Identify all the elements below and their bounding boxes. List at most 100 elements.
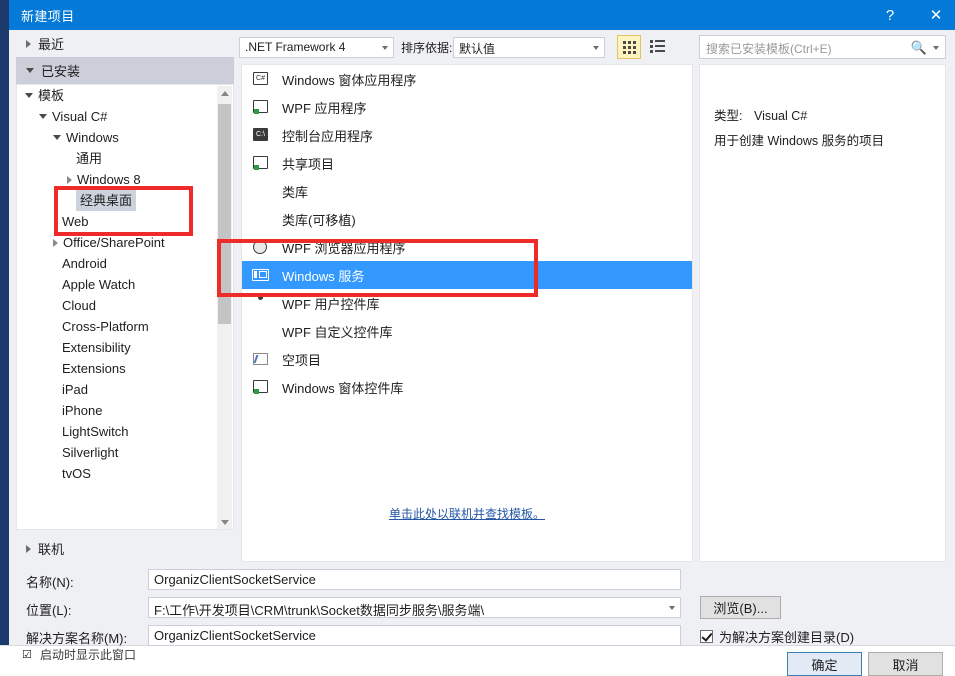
chevron-right-icon <box>26 40 31 48</box>
sidebar-item-label: Extensions <box>62 358 126 379</box>
search-box[interactable]: 搜索已安装模板(Ctrl+E) 🔍 <box>699 35 946 59</box>
framework-dropdown[interactable]: .NET Framework 4 <box>239 37 394 58</box>
template-item[interactable]: C:\控制台应用程序 <box>242 121 692 149</box>
empty-project-icon <box>252 350 270 368</box>
category-tree: 模板Visual C#Windows通用Windows 8经典桌面WebOffi… <box>16 84 234 530</box>
template-item[interactable]: WPF 浏览器应用程序 <box>242 233 692 261</box>
sidebar-item-windows-8[interactable]: Windows 8 <box>17 169 233 190</box>
chevron-down-icon[interactable] <box>53 135 61 140</box>
console-app-icon: C:\ <box>252 126 270 144</box>
sidebar-section-installed[interactable]: 已安装 <box>16 57 234 84</box>
sidebar-section-installed-label: 已安装 <box>41 61 80 80</box>
template-type-value: Visual C# <box>754 109 807 123</box>
sort-by-dropdown[interactable]: 默认值 <box>453 37 605 58</box>
windows-service-icon <box>252 266 270 284</box>
sidebar-item-extensibility[interactable]: Extensibility <box>17 337 233 358</box>
sidebar-item-windows[interactable]: Windows <box>17 127 233 148</box>
template-item[interactable]: WPF 用户控件库 <box>242 289 692 317</box>
template-type-row: 类型: Visual C# <box>714 105 807 124</box>
list-view-button[interactable] <box>645 35 669 59</box>
sidebar-item-label: iPhone <box>62 400 102 421</box>
sidebar-item-silverlight[interactable]: Silverlight <box>17 442 233 463</box>
background-checkbox-icon: ☑ <box>22 648 32 661</box>
chevron-down-icon <box>593 46 599 50</box>
scroll-down-button[interactable] <box>217 515 232 530</box>
sidebar-item-android[interactable]: Android <box>17 253 233 274</box>
sidebar-item-label: Windows <box>66 127 119 148</box>
wpf-browser-icon <box>252 238 270 256</box>
chevron-down-icon <box>26 68 34 73</box>
chevron-down-icon[interactable] <box>39 114 47 119</box>
template-item[interactable]: 类库 <box>242 177 692 205</box>
close-button[interactable]: ✕ <box>913 0 955 30</box>
sidebar-item-label: 模板 <box>38 85 64 106</box>
chevron-down-icon <box>221 520 229 525</box>
chevron-down-icon[interactable] <box>933 46 939 50</box>
sidebar-item-web[interactable]: Web <box>17 211 233 232</box>
sidebar-item-ipad[interactable]: iPad <box>17 379 233 400</box>
sidebar-item-[interactable]: 通用 <box>17 148 233 169</box>
scrollbar-thumb[interactable] <box>218 104 231 324</box>
template-item[interactable]: WPF 自定义控件库 <box>242 317 692 345</box>
chevron-right-icon[interactable] <box>53 239 58 247</box>
sidebar-section-online[interactable]: 联机 <box>16 535 234 562</box>
sidebar-item-[interactable]: 模板 <box>17 85 233 106</box>
template-list-panel: C#Windows 窗体应用程序WPF 应用程序C:\控制台应用程序共享项目类库… <box>241 64 693 562</box>
template-item[interactable]: C#Windows 窗体应用程序 <box>242 65 692 93</box>
template-item[interactable]: WPF 应用程序 <box>242 93 692 121</box>
search-input[interactable]: 搜索已安装模板(Ctrl+E) <box>706 40 832 57</box>
template-list: C#Windows 窗体应用程序WPF 应用程序C:\控制台应用程序共享项目类库… <box>242 65 692 401</box>
name-input[interactable]: OrganizClientSocketService <box>148 569 681 590</box>
wpf-app-icon <box>252 98 270 116</box>
browse-button[interactable]: 浏览(B)... <box>700 596 781 619</box>
sidebar-item-iphone[interactable]: iPhone <box>17 400 233 421</box>
checkbox-checked-icon[interactable] <box>700 630 713 643</box>
template-item-label: 类库(可移植) <box>282 210 356 229</box>
sidebar-item-cloud[interactable]: Cloud <box>17 295 233 316</box>
create-directory-checkbox[interactable]: 为解决方案创建目录(D) <box>700 627 854 646</box>
template-item-label: 空项目 <box>282 350 321 369</box>
template-item[interactable]: 空项目 <box>242 345 692 373</box>
template-item[interactable]: Windows 窗体控件库 <box>242 373 692 401</box>
help-button[interactable]: ? <box>867 0 913 30</box>
sidebar-section-recent[interactable]: 最近 <box>16 30 234 57</box>
sidebar-item-lightswitch[interactable]: LightSwitch <box>17 421 233 442</box>
winforms-control-icon <box>252 378 270 396</box>
sidebar-item-label: Windows 8 <box>77 169 141 190</box>
ok-button[interactable]: 确定 <box>787 652 862 676</box>
chevron-right-icon[interactable] <box>67 176 72 184</box>
location-label: 位置(L): <box>26 600 72 619</box>
sidebar-item-extensions[interactable]: Extensions <box>17 358 233 379</box>
window-title: 新建项目 <box>21 6 75 25</box>
sidebar-scrollbar[interactable] <box>217 86 232 530</box>
framework-value: .NET Framework 4 <box>245 40 345 54</box>
name-label: 名称(N): <box>26 572 74 591</box>
sidebar-item-office-sharepoint[interactable]: Office/SharePoint <box>17 232 233 253</box>
sidebar-item-[interactable]: 经典桌面 <box>17 190 233 211</box>
template-item[interactable]: Windows 服务 <box>242 261 692 289</box>
cancel-button[interactable]: 取消 <box>868 652 943 676</box>
search-icon: 🔍 <box>911 40 927 56</box>
template-item-label: WPF 自定义控件库 <box>282 322 393 341</box>
sidebar-item-cross-platform[interactable]: Cross-Platform <box>17 316 233 337</box>
sidebar-item-label: Extensibility <box>62 337 131 358</box>
location-input[interactable]: F:\工作\开发项目\CRM\trunk\Socket数据同步服务\服务端\ <box>148 597 681 618</box>
sidebar-item-label: Cloud <box>62 295 96 316</box>
sidebar-item-apple-watch[interactable]: Apple Watch <box>17 274 233 295</box>
template-type-label: 类型: <box>714 109 742 123</box>
template-item[interactable]: 共享项目 <box>242 149 692 177</box>
category-tree-list: 模板Visual C#Windows通用Windows 8经典桌面WebOffi… <box>17 85 233 484</box>
find-online-templates-link[interactable]: 单击此处以联机并查找模板。 <box>242 505 692 522</box>
chevron-down-icon[interactable] <box>669 606 675 610</box>
sidebar-item-visual-c[interactable]: Visual C# <box>17 106 233 127</box>
sidebar-item-label: Silverlight <box>62 442 118 463</box>
chevron-down-icon[interactable] <box>25 93 33 98</box>
sort-by-label: 排序依据: <box>401 39 452 56</box>
class-library-icon <box>252 182 270 200</box>
sidebar-item-tvos[interactable]: tvOS <box>17 463 233 484</box>
grid-view-button[interactable] <box>617 35 641 59</box>
scroll-up-button[interactable] <box>217 86 232 101</box>
template-item[interactable]: 类库(可移植) <box>242 205 692 233</box>
solution-name-input[interactable]: OrganizClientSocketService <box>148 625 681 646</box>
template-item-label: 类库 <box>282 182 308 201</box>
